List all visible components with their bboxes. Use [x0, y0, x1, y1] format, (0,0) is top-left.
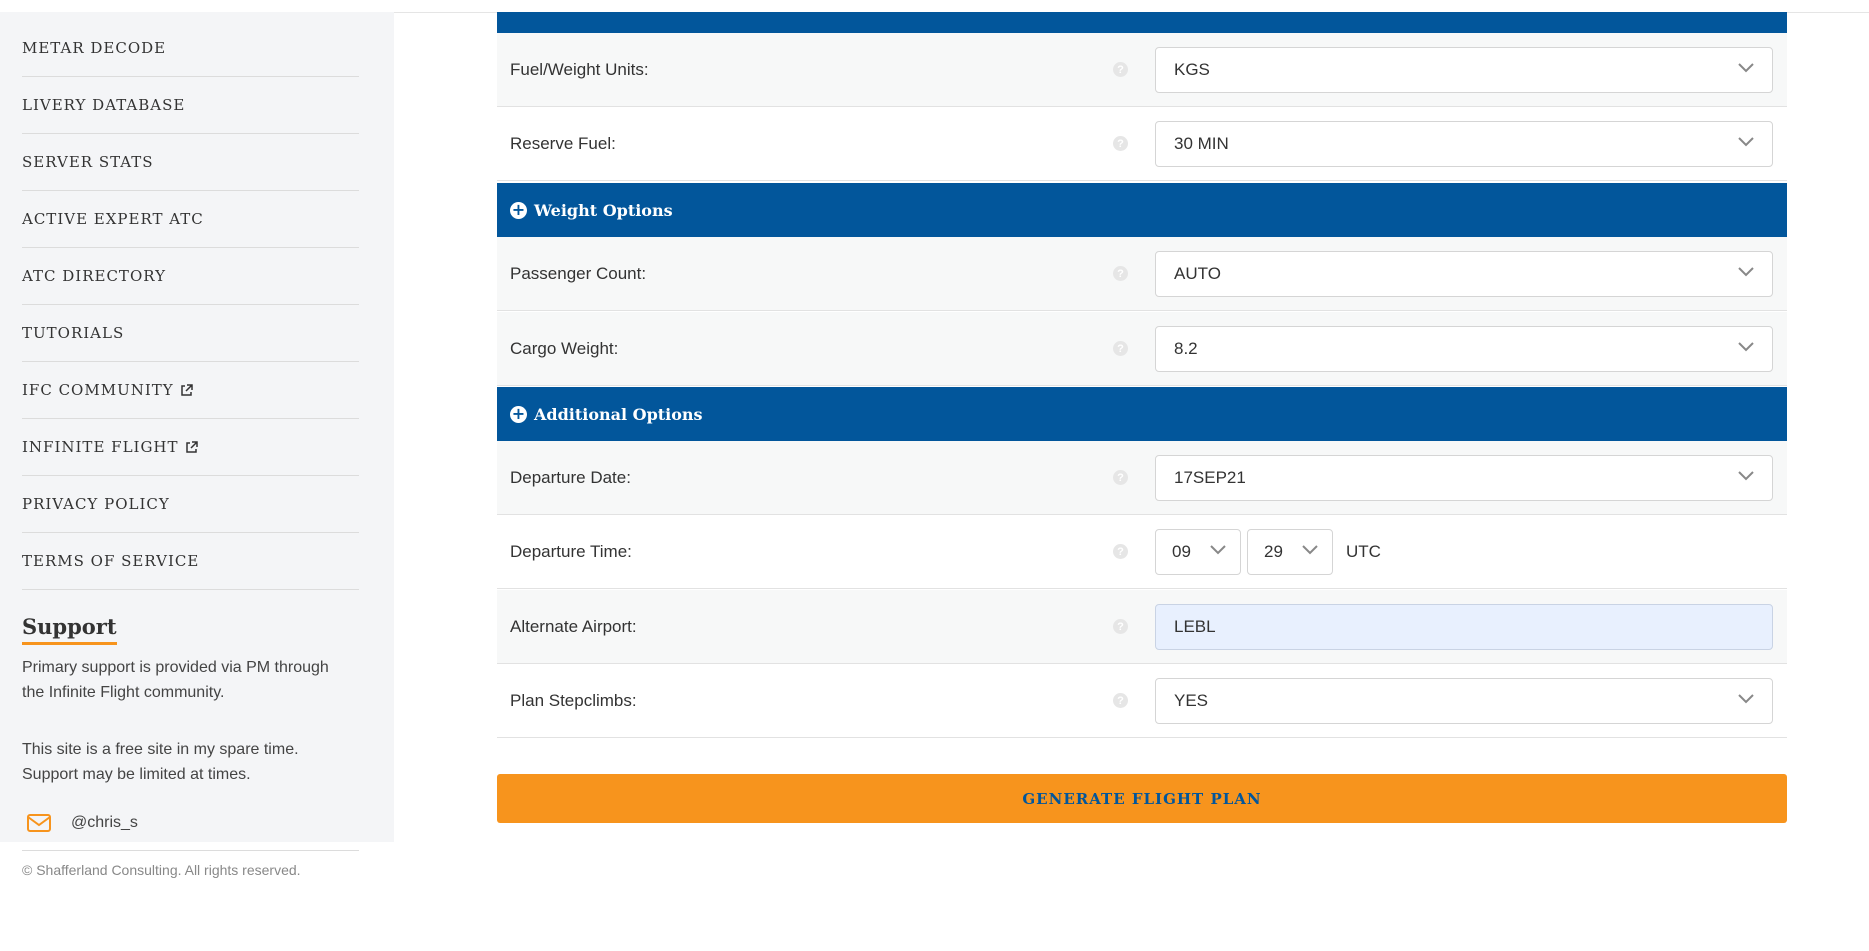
departure-minute-select[interactable]: 29	[1247, 528, 1333, 575]
external-link-icon	[180, 383, 193, 396]
fuel-units-label: Fuel/Weight Units:	[510, 59, 649, 79]
divider	[22, 850, 359, 851]
external-link-icon	[185, 440, 198, 453]
help-icon[interactable]: ?	[1113, 470, 1128, 485]
cargo-weight-select[interactable]: 8.2	[1155, 325, 1773, 372]
departure-hour-value: 09	[1172, 541, 1191, 561]
additional-options-header[interactable]: + Additional Options	[497, 387, 1787, 441]
departure-date-label: Departure Date:	[510, 467, 631, 487]
row-cargo-weight: Cargo Weight: ? 8.2	[497, 312, 1787, 386]
generate-flight-plan-button[interactable]: GENERATE FLIGHT PLAN	[497, 774, 1787, 823]
sidebar-nav: METAR DECODE LIVERY DATABASE SERVER STAT…	[22, 20, 359, 590]
chevron-down-icon	[1210, 544, 1226, 554]
additional-options-title: Additional Options	[534, 404, 703, 424]
nav-item-privacy-policy[interactable]: PRIVACY POLICY	[22, 476, 359, 533]
fuel-units-value: KGS	[1174, 59, 1210, 79]
departure-hour-select[interactable]: 09	[1155, 528, 1241, 575]
fuel-units-select[interactable]: KGS	[1155, 46, 1773, 93]
alternate-airport-value: LEBL	[1174, 616, 1216, 636]
chevron-down-icon	[1302, 544, 1318, 554]
nav-item-metar-decode[interactable]: METAR DECODE	[22, 20, 359, 77]
chevron-down-icon	[1738, 62, 1754, 72]
row-alternate-airport: Alternate Airport: ? LEBL	[497, 590, 1787, 664]
help-icon[interactable]: ?	[1113, 619, 1128, 634]
departure-date-select[interactable]: 17SEP21	[1155, 454, 1773, 501]
departure-time-label: Departure Time:	[510, 541, 632, 561]
timezone-label: UTC	[1346, 541, 1381, 561]
row-departure-date: Departure Date: ? 17SEP21	[497, 441, 1787, 515]
row-plan-stepclimbs: Plan Stepclimbs: ? YES	[497, 664, 1787, 738]
nav-item-server-stats[interactable]: SERVER STATS	[22, 134, 359, 191]
nav-item-active-expert-atc[interactable]: ACTIVE EXPERT ATC	[22, 191, 359, 248]
copyright: © Shafferland Consulting. All rights res…	[22, 862, 301, 878]
row-passenger-count: Passenger Count: ? AUTO	[497, 237, 1787, 311]
reserve-fuel-select[interactable]: 30 MIN	[1155, 120, 1773, 167]
chevron-down-icon	[1738, 341, 1754, 351]
support-text-free-site: This site is a free site in my spare tim…	[22, 741, 299, 783]
weight-options-header[interactable]: + Weight Options	[497, 183, 1787, 237]
nav-item-livery-database[interactable]: LIVERY DATABASE	[22, 77, 359, 134]
cargo-weight-label: Cargo Weight:	[510, 338, 619, 358]
row-departure-time: Departure Time: ? 09 29 UTC	[497, 515, 1787, 589]
departure-minute-value: 29	[1264, 541, 1283, 561]
reserve-fuel-value: 30 MIN	[1174, 133, 1229, 153]
nav-item-infinite-flight[interactable]: INFINITE FLIGHT	[22, 419, 359, 476]
chevron-down-icon	[1738, 266, 1754, 276]
plan-stepclimbs-value: YES	[1174, 690, 1209, 710]
plan-stepclimbs-select[interactable]: YES	[1155, 677, 1773, 724]
passenger-count-label: Passenger Count:	[510, 263, 647, 283]
help-icon[interactable]: ?	[1113, 693, 1128, 708]
help-icon[interactable]: ?	[1113, 544, 1128, 559]
passenger-count-value: AUTO	[1174, 263, 1221, 283]
chevron-down-icon	[1738, 470, 1754, 480]
row-fuel-units: Fuel/Weight Units: ? KGS	[497, 33, 1787, 107]
nav-item-ifc-community[interactable]: IFC COMMUNITY	[22, 362, 359, 419]
plus-circle-icon: +	[510, 200, 527, 219]
help-icon[interactable]: ?	[1113, 341, 1128, 356]
sidebar: METAR DECODE LIVERY DATABASE SERVER STAT…	[0, 12, 394, 842]
weight-options-title: Weight Options	[534, 200, 673, 220]
envelope-icon	[27, 814, 51, 832]
chevron-down-icon	[1738, 693, 1754, 703]
support-title: Support	[22, 614, 117, 645]
support-email[interactable]: @chris_s	[22, 814, 138, 832]
support-text-primary: Primary support is provided via PM throu…	[22, 659, 329, 701]
cargo-weight-value: 8.2	[1174, 338, 1198, 358]
plan-stepclimbs-label: Plan Stepclimbs:	[510, 690, 637, 710]
departure-date-value: 17SEP21	[1174, 467, 1246, 487]
row-reserve-fuel: Reserve Fuel: ? 30 MIN	[497, 107, 1787, 181]
reserve-fuel-label: Reserve Fuel:	[510, 133, 616, 153]
help-icon[interactable]: ?	[1113, 266, 1128, 281]
passenger-count-select[interactable]: AUTO	[1155, 250, 1773, 297]
nav-item-terms-of-service[interactable]: TERMS OF SERVICE	[22, 533, 359, 590]
plus-circle-icon: +	[510, 404, 527, 423]
alternate-airport-input[interactable]: LEBL	[1155, 603, 1773, 650]
help-icon[interactable]: ?	[1113, 136, 1128, 151]
help-icon[interactable]: ?	[1113, 62, 1128, 77]
alternate-airport-label: Alternate Airport:	[510, 616, 637, 636]
support-email-handle: @chris_s	[71, 814, 138, 831]
chevron-down-icon	[1738, 136, 1754, 146]
nav-item-tutorials[interactable]: TUTORIALS	[22, 305, 359, 362]
nav-item-atc-directory[interactable]: ATC DIRECTORY	[22, 248, 359, 305]
section-header-partial	[497, 12, 1787, 33]
